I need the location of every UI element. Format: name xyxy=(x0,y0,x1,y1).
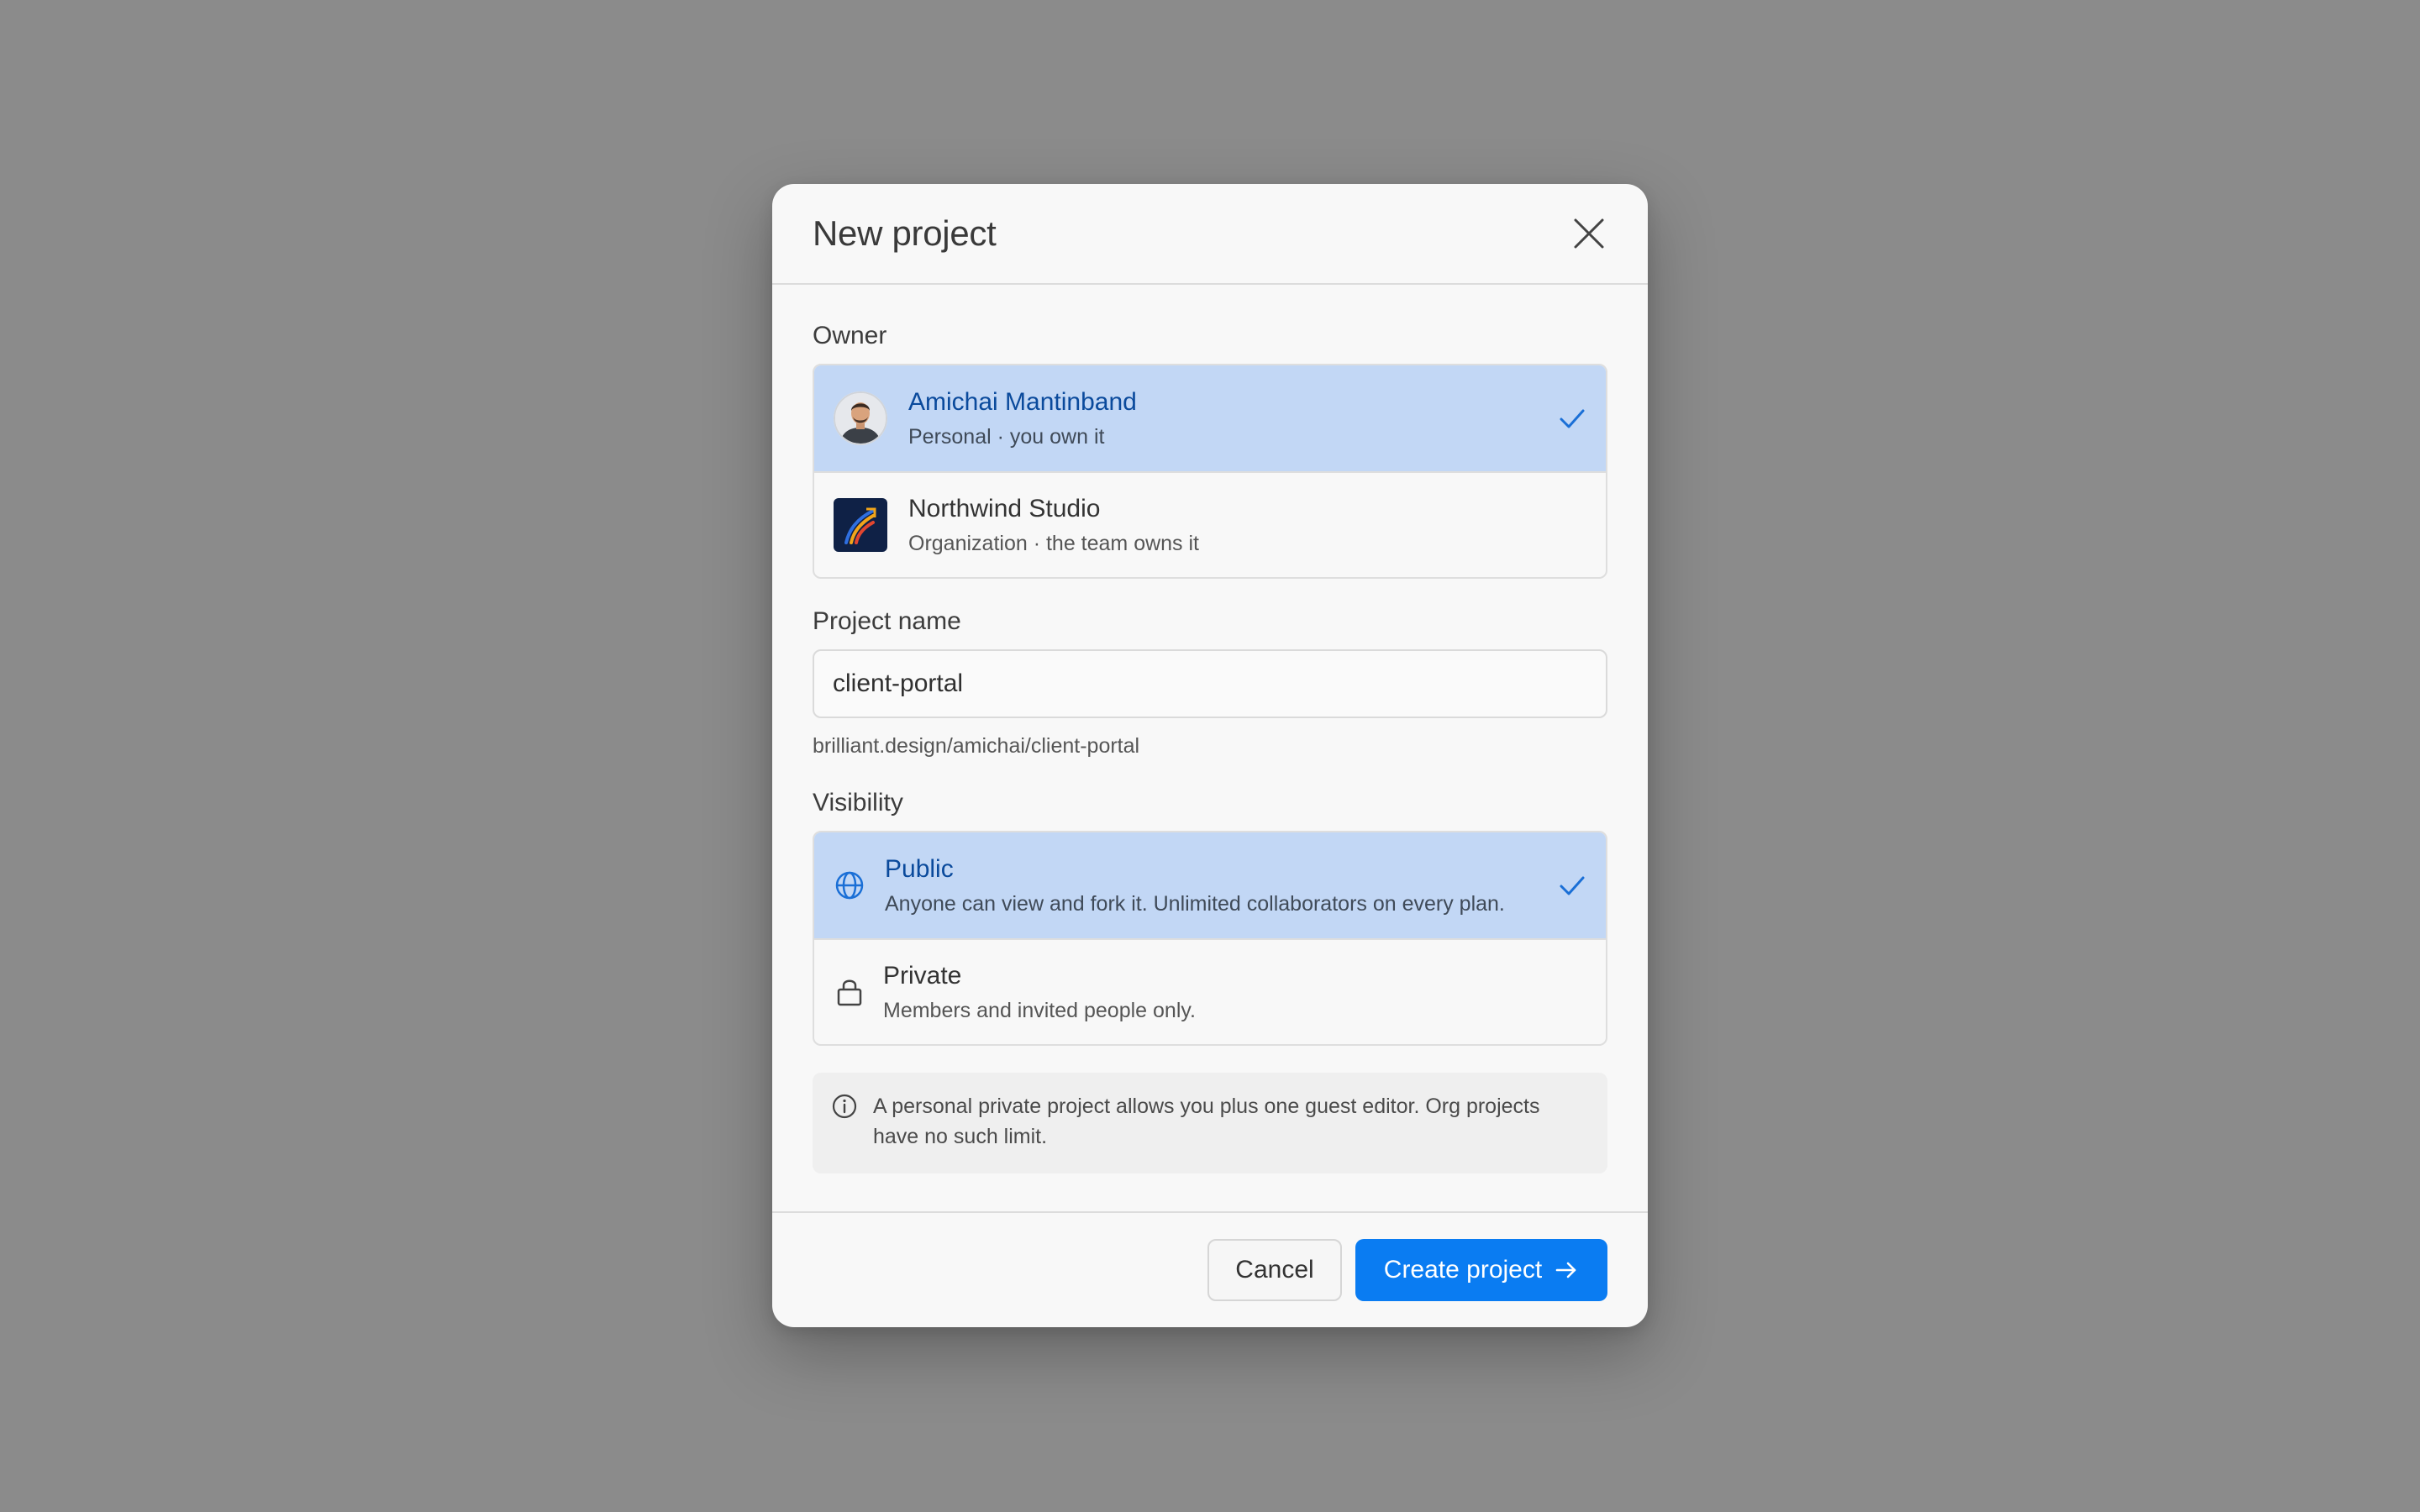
project-url-preview: brilliant.design/amichai/client-portal xyxy=(813,734,1140,758)
visibility-option-public[interactable]: Public Anyone can view and fork it. Unli… xyxy=(814,832,1606,938)
avatar xyxy=(833,391,888,446)
project-name-input[interactable] xyxy=(813,649,1607,718)
arrow-right-icon xyxy=(1555,1262,1576,1278)
dialog-header: New project xyxy=(772,184,1648,285)
org-description: Organization · the team owns it xyxy=(908,532,1199,555)
owner-option-personal[interactable]: Amichai Mantinband Personal · you own it xyxy=(814,365,1606,471)
org-logo xyxy=(833,497,888,553)
visibility-public-description: Anyone can view and fork it. Unlimited c… xyxy=(885,892,1505,916)
dialog-body: Owner Amichai Mantinband Personal · you … xyxy=(772,285,1648,1173)
cancel-button[interactable]: Cancel xyxy=(1207,1239,1342,1301)
info-text: A personal private project allows you pl… xyxy=(873,1095,1540,1148)
info-icon xyxy=(832,1094,857,1119)
owner-option-organization[interactable]: Northwind Studio Organization · the team… xyxy=(814,471,1606,577)
owner-description: Personal · you own it xyxy=(908,425,1105,449)
org-name: Northwind Studio xyxy=(908,495,1101,522)
close-button[interactable] xyxy=(1564,208,1614,259)
globe-icon xyxy=(833,869,866,902)
checkmark-icon xyxy=(1560,876,1585,895)
dialog-footer: Cancel Create project xyxy=(772,1211,1648,1327)
create-project-button[interactable]: Create project xyxy=(1355,1239,1607,1301)
lock-icon xyxy=(833,975,866,1009)
project-name-label: Project name xyxy=(813,607,961,635)
close-icon xyxy=(1574,218,1604,249)
new-project-dialog: New project Owner Amichai Mantinband Per… xyxy=(772,184,1648,1327)
visibility-label: Visibility xyxy=(813,789,903,816)
owner-name: Amichai Mantinband xyxy=(908,388,1137,416)
visibility-private-title: Private xyxy=(883,962,962,990)
create-project-label: Create project xyxy=(1383,1256,1543,1284)
owner-options: Amichai Mantinband Personal · you own it xyxy=(813,364,1607,579)
checkmark-icon xyxy=(1560,409,1585,428)
info-notice: A personal private project allows you pl… xyxy=(813,1073,1607,1173)
visibility-option-private[interactable]: Private Members and invited people only. xyxy=(814,938,1606,1044)
visibility-private-description: Members and invited people only. xyxy=(883,999,1196,1022)
visibility-public-title: Public xyxy=(885,855,954,883)
dialog-title: New project xyxy=(813,213,997,253)
owner-label: Owner xyxy=(813,322,887,349)
visibility-options: Public Anyone can view and fork it. Unli… xyxy=(813,831,1607,1046)
